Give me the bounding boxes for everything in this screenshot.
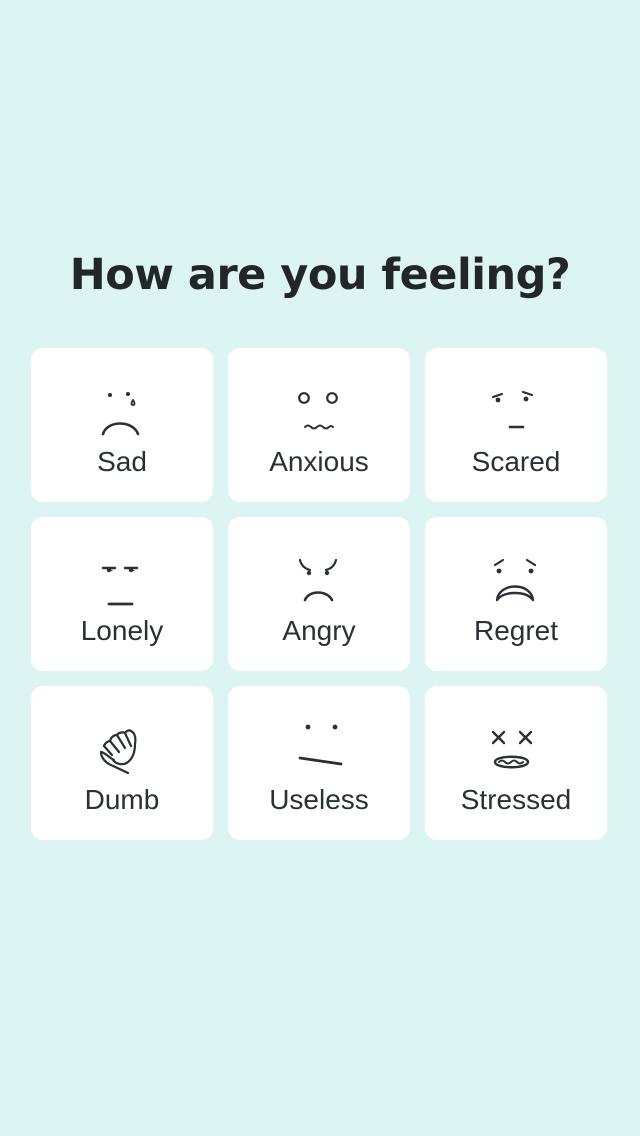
feeling-card-dumb[interactable]: Dumb [31, 686, 213, 840]
feeling-card-useless[interactable]: Useless [228, 686, 410, 840]
feeling-label: Stressed [460, 784, 572, 815]
feeling-card-sad[interactable]: Sad [31, 348, 213, 502]
angry-face-icon [289, 553, 349, 609]
feeling-label: Lonely [80, 615, 164, 646]
page-title: How are you feeling? [69, 250, 571, 300]
feeling-label: Scared [471, 446, 561, 477]
useless-face-icon [289, 722, 349, 778]
feeling-label: Angry [282, 615, 356, 646]
feeling-card-lonely[interactable]: Lonely [31, 517, 213, 671]
stressed-face-icon [486, 722, 546, 778]
feeling-label: Useless [269, 784, 369, 815]
scared-face-icon [486, 384, 546, 440]
feeling-card-regret[interactable]: Regret [425, 517, 607, 671]
feelings-grid: Sad Anxious Scared Lonely Angry Regret D… [31, 348, 607, 840]
feeling-card-angry[interactable]: Angry [228, 517, 410, 671]
lonely-face-icon [92, 553, 152, 609]
feeling-card-anxious[interactable]: Anxious [228, 348, 410, 502]
feeling-label: Dumb [84, 784, 160, 815]
feeling-card-stressed[interactable]: Stressed [425, 686, 607, 840]
sad-face-icon [92, 384, 152, 440]
feeling-label: Regret [473, 615, 559, 646]
anxious-face-icon [289, 384, 349, 440]
facepalm-hand-icon [92, 722, 152, 778]
regret-face-icon [486, 553, 546, 609]
feeling-card-scared[interactable]: Scared [425, 348, 607, 502]
feeling-label: Anxious [269, 446, 369, 477]
feeling-label: Sad [97, 446, 147, 477]
